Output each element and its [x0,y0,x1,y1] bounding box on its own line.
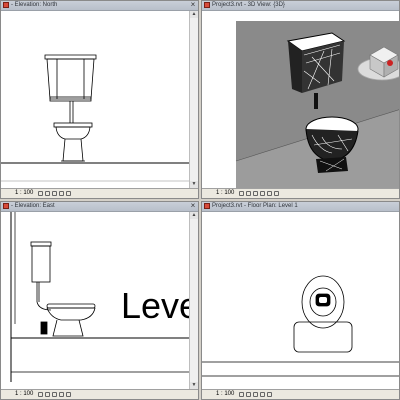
view-control-icon[interactable] [66,392,71,397]
elevation-north-canvas[interactable] [1,11,191,191]
view-control-icon[interactable] [253,392,258,397]
view-control-icon[interactable] [260,191,265,196]
elevation-east-titlebar[interactable]: - Elevation: East × [1,202,198,212]
vertical-scrollbar[interactable]: ▲ ▼ [189,11,198,188]
view-control-icon[interactable] [253,191,258,196]
view-control-icon[interactable] [38,191,43,196]
close-icon[interactable]: × [189,202,197,210]
toilet-bowl-side [40,303,96,337]
view-control-icon[interactable] [45,191,50,196]
elevation-east-canvas[interactable]: Leve [1,212,191,392]
view-control-icon[interactable] [246,191,251,196]
scroll-up-icon[interactable]: ▲ [190,11,198,18]
view-control-icon[interactable] [52,392,57,397]
three-d-view-window[interactable]: Project3.rvt - 3D View: {3D} 1: 100 [201,0,400,199]
scroll-up-icon[interactable]: ▲ [190,212,198,219]
revit-app-icon [204,2,210,8]
window-title: - Elevation: North [11,2,58,8]
window-title: Project3.rvt - Floor Plan: Level 1 [212,203,298,209]
floor-plan-canvas[interactable] [202,212,400,392]
view-control-icon[interactable] [246,392,251,397]
revit-app-icon [3,203,9,209]
close-icon[interactable]: × [189,1,197,9]
vertical-scrollbar[interactable]: ▲ ▼ [189,212,198,389]
floor-plan-titlebar[interactable]: Project3.rvt - Floor Plan: Level 1 [202,202,399,212]
view-control-bar: 1 : 100 [1,389,198,399]
toilet-bowl [53,122,93,162]
view-control-icon[interactable] [59,191,64,196]
revit-app-icon [204,203,210,209]
view-control-bar: 1 : 100 [202,389,399,399]
revit-app-icon [3,2,9,8]
toilet-tank-side [30,241,52,311]
view-scale[interactable]: 1 : 100 [15,189,33,198]
view-control-icon[interactable] [45,392,50,397]
level-label: Leve [121,285,191,326]
toilet-plan [293,275,353,353]
view-control-icon[interactable] [59,392,64,397]
scroll-down-icon[interactable]: ▼ [190,382,198,389]
elevation-east-window[interactable]: - Elevation: East × Leve ▲ ▼ 1 : 100 [0,201,199,400]
toilet-tank [44,54,97,123]
view-control-icon[interactable] [267,191,272,196]
view-control-bar: 1 : 100 [202,188,399,198]
view-control-bar: 1 : 100 [1,188,198,198]
view-control-icon[interactable] [274,191,279,196]
window-title: Project3.rvt - 3D View: {3D} [212,2,285,8]
view-control-icon[interactable] [267,392,272,397]
elevation-north-titlebar[interactable]: - Elevation: North × [1,1,198,11]
view-control-icon[interactable] [239,191,244,196]
view-scale[interactable]: 1 : 100 [216,390,234,399]
view-control-icon[interactable] [52,191,57,196]
floor-plan-window[interactable]: Project3.rvt - Floor Plan: Level 1 1 : 1… [201,201,400,400]
view-control-icon[interactable] [38,392,43,397]
view-control-icon[interactable] [66,191,71,196]
view-control-icon[interactable] [239,392,244,397]
view-control-icon[interactable] [260,392,265,397]
three-d-view-titlebar[interactable]: Project3.rvt - 3D View: {3D} [202,1,399,11]
view-scale[interactable]: 1 : 100 [15,390,33,399]
window-title: - Elevation: East [11,203,55,209]
view-scale[interactable]: 1 : 100 [216,189,234,198]
scroll-down-icon[interactable]: ▼ [190,181,198,188]
elevation-north-window[interactable]: - Elevation: North × ▲ ▼ 1 : 100 [0,0,199,199]
three-d-view-canvas[interactable] [202,11,400,191]
